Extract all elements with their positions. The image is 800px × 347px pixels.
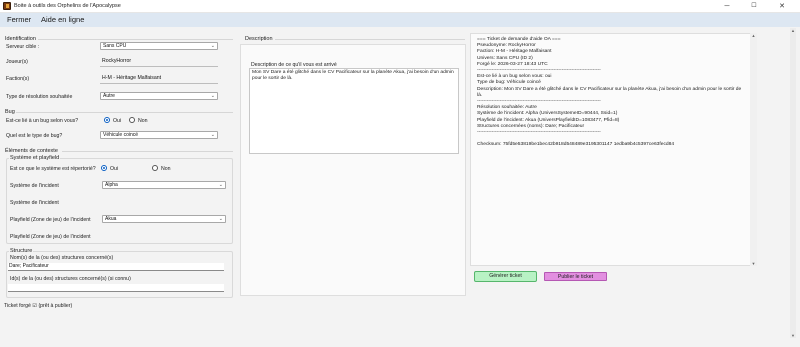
description-text: Mon SV Dare a été glitché dans le CV Pac… [252, 70, 454, 82]
structure-title: Structure [9, 248, 34, 254]
bug-yes-label[interactable]: Oui [113, 118, 121, 124]
ticket-status: Ticket forgé ☑ (prêt à publier) [4, 303, 73, 309]
system-label: Système de l'incident [10, 183, 59, 189]
bug-title: Bug [5, 109, 15, 115]
bug-type-label: Quel est le type de bug? [6, 133, 63, 139]
bug-yes-radio[interactable] [104, 117, 110, 123]
bug-type-value: Véhicule coincé [103, 132, 139, 138]
server-value: Sans CPU [103, 43, 127, 49]
ticket-text: === Ticket de demande d'aide OA === Pseud… [477, 37, 747, 149]
structure-ids-label: Id(s) de la (ou des) structures concerné… [10, 276, 131, 282]
ticket-output[interactable]: === Ticket de demande d'aide OA === Pseud… [470, 33, 757, 266]
listed-yes-radio[interactable] [101, 165, 107, 171]
server-label: Serveur cible : [6, 44, 40, 50]
context-title: Éléments de contexte [5, 148, 58, 154]
structure-names-input[interactable]: Dare; Pacificateur [8, 263, 224, 271]
bug-no-label[interactable]: Non [138, 118, 148, 124]
description-title: Description [245, 36, 273, 42]
ticket-scrollbar[interactable]: ▲ ▼ [750, 33, 757, 266]
bug-no-radio[interactable] [129, 117, 135, 123]
identification-title: Identification [5, 36, 36, 42]
system-select[interactable]: Alpha ⌄ [102, 181, 226, 189]
menu-bar: Fermer Aide en ligne [0, 13, 800, 27]
resolution-value: Autre [103, 93, 115, 99]
description-textarea[interactable]: Mon SV Dare a été glitché dans le CV Pac… [249, 68, 459, 154]
playfield-label: Playfield (Zone de jeu) de l'incident [10, 217, 91, 223]
maximize-button[interactable]: ☐ [743, 1, 765, 12]
system-value: Alpha [105, 182, 118, 188]
faction-label: Faction(s) [6, 76, 30, 82]
player-label: Joueur(s) [6, 59, 28, 65]
playfield-free-label: Playfield (Zone de jeu) de l'incident [10, 234, 91, 240]
listed-label: Est ce que le système est répertorié? [10, 166, 96, 172]
is-bug-label: Est-ce lié à un bug selon vous? [6, 118, 79, 124]
menu-aide-en-ligne[interactable]: Aide en ligne [41, 15, 84, 24]
chevron-down-icon: ⌄ [210, 93, 215, 99]
server-select[interactable]: Sans CPU ⌄ [100, 42, 218, 50]
player-value: RockyHorror [102, 58, 132, 64]
system-free-label: Système de l'incident [10, 200, 59, 206]
ticket-line: Checksum: 75fd5e53819be1bec42b918d548489… [477, 142, 675, 148]
resolution-select[interactable]: Autre ⌄ [100, 92, 218, 100]
listed-no-label[interactable]: Non [161, 166, 171, 172]
structure-names-label: Nom(s) de la (ou des) structures concern… [10, 255, 114, 261]
scroll-down-icon[interactable]: ▼ [750, 261, 757, 266]
chevron-down-icon: ⌄ [210, 132, 215, 138]
system-playfield-title: Système et playfield [9, 155, 61, 161]
description-divider [275, 39, 465, 40]
chevron-down-icon: ⌄ [218, 182, 223, 188]
player-underline [100, 66, 218, 67]
bug-divider [16, 112, 233, 113]
window-scrollbar[interactable]: ▲ ▼ [790, 28, 796, 338]
publish-ticket-button[interactable]: Publier le ticket [544, 272, 607, 281]
window-title: Boite à outils des Orphelins de l'Apocal… [14, 3, 121, 9]
playfield-select[interactable]: Akua ⌄ [102, 215, 226, 223]
structure-ids-input[interactable] [8, 284, 224, 292]
faction-underline [100, 83, 218, 84]
faction-value: H-M - Héritage Malfaisant [102, 75, 162, 81]
generate-ticket-button[interactable]: Générer ticket [474, 271, 537, 282]
ticket-line: Description: Mon SV Dare a été glitché d… [477, 86, 742, 98]
resolution-label: Type de résolution souhaitée [6, 94, 73, 100]
chevron-down-icon: ⌄ [218, 216, 223, 222]
listed-no-radio[interactable] [152, 165, 158, 171]
bug-type-select[interactable]: Véhicule coincé ⌄ [100, 131, 218, 139]
context-divider [62, 151, 233, 152]
title-bar: Boite à outils des Orphelins de l'Apocal… [0, 0, 800, 13]
listed-yes-label[interactable]: Oui [110, 166, 118, 172]
scroll-up-icon[interactable]: ▲ [790, 28, 796, 33]
menu-fermer[interactable]: Fermer [7, 15, 31, 24]
scroll-down-icon[interactable]: ▼ [790, 333, 796, 338]
close-button[interactable]: ✕ [771, 1, 793, 12]
app-icon [3, 2, 11, 10]
playfield-value: Akua [105, 216, 117, 222]
scroll-up-icon[interactable]: ▲ [750, 33, 757, 38]
identification-divider [38, 39, 233, 40]
chevron-down-icon: ⌄ [210, 43, 215, 49]
minimize-button[interactable]: ─ [716, 1, 738, 12]
